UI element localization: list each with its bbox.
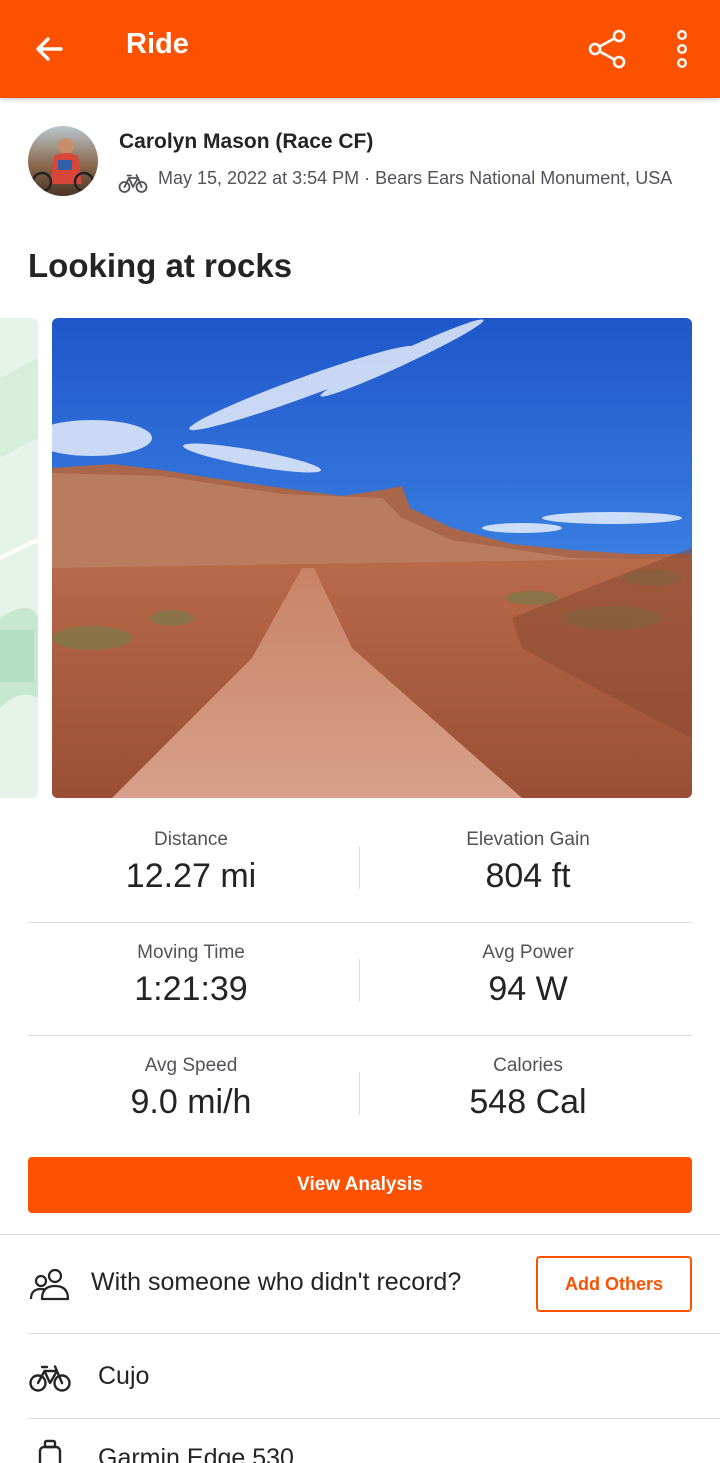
- activity-photo[interactable]: [52, 318, 692, 798]
- stat-divider: [359, 1072, 360, 1115]
- stat-moving-time: Moving Time 1:21:39: [28, 941, 354, 1011]
- stat-value: 1:21:39: [134, 970, 248, 1008]
- activity-title: Looking at rocks: [28, 247, 293, 284]
- activity-header: Carolyn Mason (Race CF) May 15, 2022 at …: [28, 126, 692, 216]
- stats-row: Avg Speed 9.0 mi/h Calories 548 Cal: [28, 1036, 692, 1149]
- view-analysis-button[interactable]: View Analysis: [28, 1157, 692, 1213]
- device-icon-wrap: [28, 1438, 72, 1463]
- route-map-thumbnail[interactable]: [0, 318, 38, 798]
- stat-label: Elevation Gain: [466, 829, 590, 850]
- stats-row: Moving Time 1:21:39 Avg Power 94 W: [28, 923, 692, 1036]
- stat-label: Moving Time: [137, 942, 245, 963]
- gear-bike-name[interactable]: Cujo: [98, 1362, 149, 1391]
- stat-calories: Calories 548 Cal: [365, 1054, 691, 1124]
- stat-avg-speed: Avg Speed 9.0 mi/h: [28, 1054, 354, 1124]
- stats-row: Distance 12.27 mi Elevation Gain 804 ft: [28, 810, 692, 923]
- activity-date-location: May 15, 2022 at 3:54 PM · Bears Ears Nat…: [158, 168, 673, 188]
- gps-device-icon: [38, 1439, 62, 1463]
- activity-type: [118, 172, 148, 194]
- bike-gear-icon-wrap: [28, 1356, 72, 1400]
- more-vert-icon: [677, 30, 687, 69]
- add-others-button[interactable]: Add Others: [536, 1256, 692, 1312]
- stat-value: 12.27 mi: [125, 857, 257, 895]
- stat-label: Avg Speed: [144, 1055, 238, 1076]
- gear-device-name[interactable]: Garmin Edge 530: [98, 1444, 294, 1463]
- more-options-button[interactable]: [656, 22, 708, 76]
- back-arrow-icon: [36, 37, 63, 61]
- group-row-icon: [28, 1262, 72, 1306]
- stat-divider: [359, 959, 360, 1002]
- stat-label: Distance: [154, 829, 228, 850]
- stat-avg-power: Avg Power 94 W: [365, 941, 691, 1011]
- bike-icon: [29, 1365, 71, 1392]
- stat-value: 548 Cal: [469, 1083, 587, 1121]
- section-divider: [28, 1333, 720, 1334]
- app-bar: Ride: [0, 0, 720, 98]
- section-divider: [28, 1418, 720, 1419]
- share-button[interactable]: [580, 22, 634, 76]
- bike-icon: [118, 174, 148, 193]
- stat-label: Avg Power: [482, 942, 574, 963]
- stat-divider: [359, 846, 360, 889]
- stat-value: 9.0 mi/h: [130, 1083, 252, 1121]
- stat-label: Calories: [493, 1055, 563, 1076]
- back-button[interactable]: [22, 22, 76, 76]
- with-someone-prompt: With someone who didn't record?: [91, 1268, 462, 1296]
- stat-value: 804 ft: [485, 857, 571, 895]
- stat-elevation-gain: Elevation Gain 804 ft: [365, 828, 691, 898]
- stat-distance: Distance 12.27 mi: [28, 828, 354, 898]
- page-title: Ride: [126, 28, 189, 60]
- share-icon: [588, 29, 626, 69]
- section-divider: [0, 1234, 720, 1235]
- stats-grid: Distance 12.27 mi Elevation Gain 804 ft …: [28, 810, 692, 1149]
- athlete-name[interactable]: Carolyn Mason (Race CF): [119, 130, 373, 154]
- stat-value: 94 W: [488, 970, 568, 1008]
- avatar[interactable]: [28, 126, 98, 196]
- group-icon: [29, 1268, 70, 1301]
